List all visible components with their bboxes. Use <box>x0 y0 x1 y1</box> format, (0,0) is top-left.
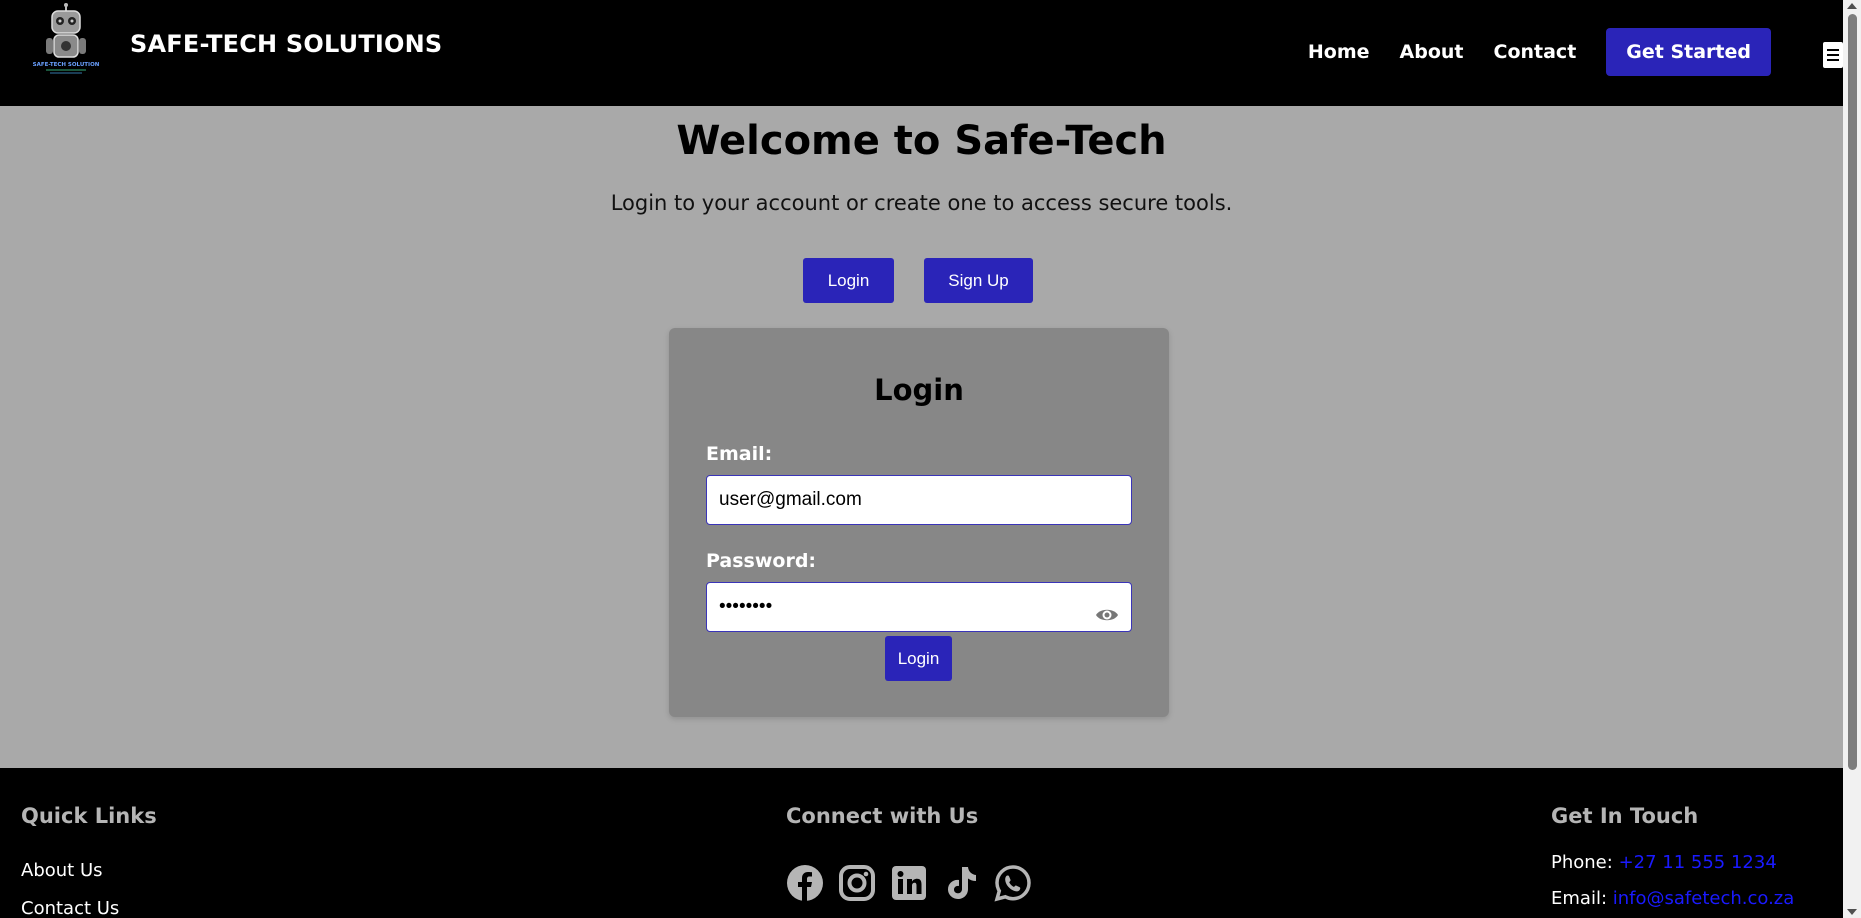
main-nav: Home About Contact Get Started <box>1308 28 1803 76</box>
instagram-icon[interactable] <box>838 864 876 902</box>
phone-link[interactable]: +27 11 555 1234 <box>1619 852 1777 873</box>
page-title: Welcome to Safe-Tech <box>676 118 1167 164</box>
password-field[interactable]: •••••••• <box>706 582 1132 632</box>
robot-logo-icon[interactable]: SAFE-TECH SOLUTION <box>28 2 104 78</box>
facebook-icon[interactable] <box>786 864 824 902</box>
get-in-touch-heading: Get In Touch <box>1551 804 1699 828</box>
page: SAFE-TECH SOLUTION SAFE-TECH SOLUTIONS H… <box>0 0 1861 918</box>
scroll-up-arrow-icon[interactable] <box>1847 3 1857 9</box>
page-subtitle: Login to your account or create one to a… <box>610 191 1233 215</box>
contact-email: Email: info@safetech.co.za <box>1551 888 1794 909</box>
login-submit-button[interactable]: Login <box>885 636 952 681</box>
nav-contact[interactable]: Contact <box>1494 41 1577 63</box>
contact-phone: Phone: +27 11 555 1234 <box>1551 852 1777 873</box>
password-value: •••••••• <box>719 596 773 617</box>
nav-about[interactable]: About <box>1400 41 1464 63</box>
email-link[interactable]: info@safetech.co.za <box>1613 888 1795 909</box>
tiktok-icon[interactable] <box>942 864 980 902</box>
hamburger-menu-icon[interactable] <box>1823 42 1843 68</box>
phone-label: Phone: <box>1551 852 1613 873</box>
brand-name: SAFE-TECH SOLUTIONS <box>130 30 443 58</box>
password-label: Password: <box>706 550 817 572</box>
linkedin-icon[interactable] <box>890 864 928 902</box>
site-header: SAFE-TECH SOLUTION SAFE-TECH SOLUTIONS H… <box>0 0 1843 106</box>
login-form-title: Login <box>874 373 964 407</box>
login-card: Login Email: user@gmail.com Password: ••… <box>669 328 1169 717</box>
scroll-down-arrow-icon[interactable] <box>1847 909 1857 915</box>
social-links <box>786 864 1032 902</box>
logo-text: SAFE-TECH SOLUTION <box>33 62 100 68</box>
site-footer: Quick Links About Us Contact Us Connect … <box>0 768 1843 918</box>
footer-link-about[interactable]: About Us <box>21 860 103 881</box>
get-started-button[interactable]: Get Started <box>1606 28 1771 76</box>
show-login-button[interactable]: Login <box>803 258 894 303</box>
email-label: Email: <box>706 443 773 465</box>
eye-icon[interactable] <box>1095 596 1119 621</box>
email-contact-label: Email: <box>1551 888 1608 909</box>
footer-link-contact[interactable]: Contact Us <box>21 898 119 918</box>
nav-home[interactable]: Home <box>1308 41 1370 63</box>
whatsapp-icon[interactable] <box>994 864 1032 902</box>
scrollbar-thumb[interactable] <box>1848 14 1857 770</box>
quick-links-heading: Quick Links <box>21 804 157 828</box>
connect-heading: Connect with Us <box>786 804 979 828</box>
page-scrollbar[interactable] <box>1843 0 1861 918</box>
show-signup-button[interactable]: Sign Up <box>924 258 1033 303</box>
email-field[interactable]: user@gmail.com <box>706 475 1132 525</box>
